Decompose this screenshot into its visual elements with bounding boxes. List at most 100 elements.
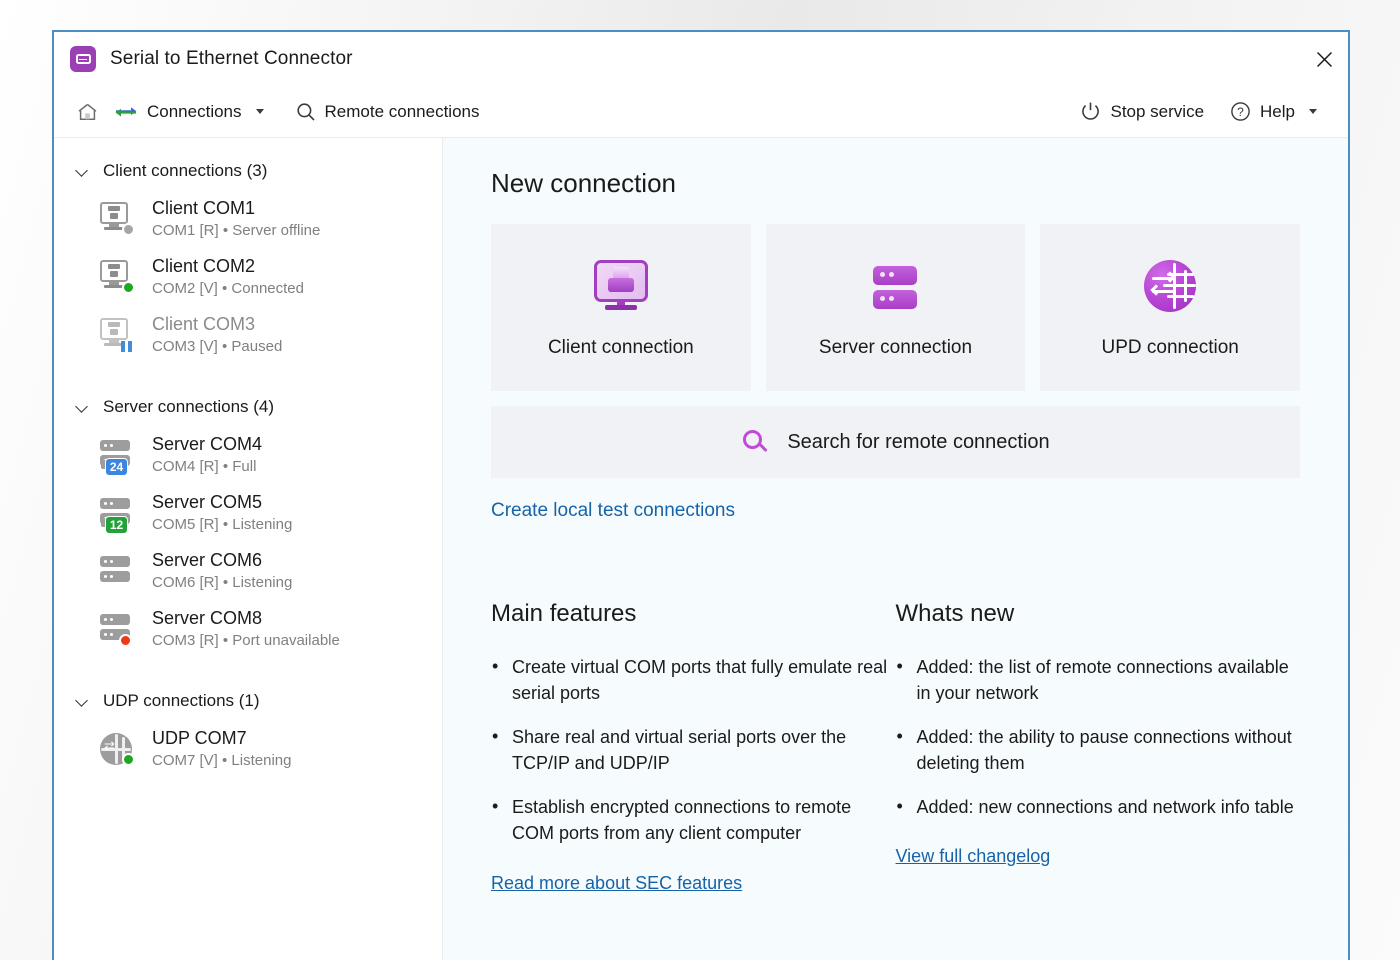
client-monitor-icon bbox=[98, 316, 138, 354]
sidebar-item-client-com3[interactable]: Client COM3 COM3 [V] • Paused bbox=[54, 306, 442, 364]
sidebar-item-server-com5[interactable]: 12 Server COM5 COM5 [R] • Listening bbox=[54, 484, 442, 542]
server-connection-icon bbox=[867, 257, 925, 315]
close-button[interactable] bbox=[1300, 32, 1348, 86]
search-icon bbox=[741, 428, 769, 456]
connection-name: Client COM2 bbox=[152, 256, 256, 276]
power-icon bbox=[1082, 102, 1100, 120]
search-remote-connection-banner[interactable]: Search for remote connection bbox=[491, 406, 1300, 478]
whats-new-heading: Whats new bbox=[895, 600, 1015, 627]
new-connection-cards: Client connection Server connection UPD … bbox=[491, 224, 1301, 391]
stop-service-button[interactable]: Stop service bbox=[1071, 96, 1213, 127]
sidebar-item-udp-com7[interactable]: ⇄ UDP COM7 COM7 [V] • Listening bbox=[54, 720, 442, 778]
search-banner-label: Search for remote connection bbox=[787, 430, 1050, 453]
client-connection-card[interactable]: Client connection bbox=[491, 224, 751, 391]
list-item: Establish encrypted connections to remot… bbox=[491, 793, 896, 846]
sidebar-group-udp-connections[interactable]: UDP connections (1) bbox=[54, 682, 442, 720]
connection-name: Server COM5 bbox=[152, 492, 263, 512]
connection-count-badge: 24 bbox=[105, 458, 128, 476]
udp-connection-card[interactable]: UPD connection bbox=[1040, 224, 1301, 391]
sidebar-item-server-com4[interactable]: 24 Server COM4 COM4 [R] • Full bbox=[54, 426, 442, 484]
close-icon bbox=[1316, 51, 1332, 67]
read-more-sec-features-link[interactable]: Read more about SEC features bbox=[491, 873, 742, 894]
connection-status: COM7 [V] • Listening bbox=[152, 752, 292, 769]
server-rack-icon bbox=[98, 610, 138, 648]
toolbar: Connections Remote connections Stop serv… bbox=[54, 86, 1348, 138]
card-label: UPD connection bbox=[1101, 336, 1239, 358]
udp-connection-icon bbox=[1141, 257, 1199, 315]
connection-status: COM5 [R] • Listening bbox=[152, 516, 293, 533]
view-full-changelog-link[interactable]: View full changelog bbox=[896, 846, 1051, 867]
list-item: Share real and virtual serial ports over… bbox=[491, 723, 896, 776]
connections-menu[interactable]: Connections bbox=[105, 97, 273, 127]
server-rack-icon: 12 bbox=[98, 494, 138, 534]
connection-status: COM4 [R] • Full bbox=[152, 458, 257, 475]
list-item: Added: the list of remote connections av… bbox=[896, 653, 1301, 706]
sidebar-group-client-connections[interactable]: Client connections (3) bbox=[54, 152, 442, 190]
udp-globe-icon: ⇄ bbox=[98, 730, 138, 768]
status-badge bbox=[119, 634, 132, 647]
whats-new-column: Whats new Added: the list of remote conn… bbox=[896, 600, 1301, 894]
main-features-list: Create virtual COM ports that fully emul… bbox=[491, 653, 896, 847]
transfer-arrows-icon bbox=[115, 106, 137, 116]
help-label: Help bbox=[1260, 101, 1295, 121]
chevron-down-icon bbox=[76, 400, 90, 414]
connection-name: Server COM4 bbox=[152, 434, 263, 454]
sidebar-item-server-com8[interactable]: Server COM8 COM3 [R] • Port unavailable bbox=[54, 600, 442, 658]
sidebar-item-server-com6[interactable]: Server COM6 COM6 [R] • Listening bbox=[54, 542, 442, 600]
chevron-down-icon bbox=[76, 164, 90, 178]
stop-service-label: Stop service bbox=[1110, 101, 1205, 121]
list-item: Added: new connections and network info … bbox=[896, 793, 1301, 820]
list-item: Create virtual COM ports that fully emul… bbox=[491, 653, 896, 706]
connection-count-badge: 12 bbox=[105, 516, 128, 534]
server-rack-icon bbox=[98, 552, 138, 590]
sidebar-group-label: Server connections (4) bbox=[103, 397, 275, 416]
status-badge bbox=[122, 223, 135, 236]
remote-connections-button[interactable]: Remote connections bbox=[287, 97, 489, 127]
status-badge bbox=[122, 753, 135, 766]
home-button[interactable] bbox=[70, 97, 105, 127]
card-label: Client connection bbox=[547, 336, 694, 358]
help-menu[interactable]: ? Help bbox=[1221, 96, 1326, 127]
sidebar-group-server-connections[interactable]: Server connections (4) bbox=[54, 388, 442, 426]
title-bar: Serial to Ethernet Connector bbox=[54, 32, 1348, 86]
sidebar-item-client-com1[interactable]: Client COM1 COM1 [R] • Server offline bbox=[54, 190, 442, 248]
connection-status: COM6 [R] • Listening bbox=[152, 574, 293, 591]
sidebar-group-label: UDP connections (1) bbox=[103, 691, 260, 710]
serial-connector-icon bbox=[70, 46, 96, 72]
chevron-down-icon bbox=[76, 694, 90, 708]
list-item: Added: the ability to pause connections … bbox=[896, 723, 1301, 776]
status-badge bbox=[121, 339, 134, 352]
connection-status: COM3 [V] • Paused bbox=[152, 338, 283, 355]
whats-new-list: Added: the list of remote connections av… bbox=[896, 653, 1301, 820]
remote-connections-label: Remote connections bbox=[324, 101, 480, 121]
status-badge bbox=[122, 281, 135, 294]
body: Client connections (3) Client COM1 COM1 … bbox=[54, 138, 1348, 960]
create-local-test-connections-link[interactable]: Create local test connections bbox=[491, 500, 735, 522]
connection-status: COM2 [V] • Connected bbox=[152, 280, 304, 297]
connections-label: Connections bbox=[147, 101, 242, 121]
chevron-down-icon bbox=[1309, 109, 1317, 114]
sidebar: Client connections (3) Client COM1 COM1 … bbox=[54, 138, 443, 960]
main-content: New connection Client connection Server … bbox=[443, 138, 1348, 960]
client-monitor-icon bbox=[98, 200, 138, 238]
main-features-column: Main features Create virtual COM ports t… bbox=[491, 600, 896, 894]
card-label: Server connection bbox=[818, 336, 973, 358]
client-monitor-icon bbox=[98, 258, 138, 296]
connection-name: Client COM3 bbox=[152, 314, 256, 334]
sidebar-group-label: Client connections (3) bbox=[103, 161, 268, 180]
app-window: Serial to Ethernet Connector Connections bbox=[52, 30, 1350, 960]
server-connection-card[interactable]: Server connection bbox=[765, 224, 1026, 391]
sidebar-item-client-com2[interactable]: Client COM2 COM2 [V] • Connected bbox=[54, 248, 442, 306]
server-rack-icon: 24 bbox=[98, 436, 138, 476]
search-icon bbox=[296, 102, 315, 121]
connection-name: Client COM1 bbox=[152, 198, 256, 218]
connection-name: Server COM6 bbox=[152, 550, 263, 570]
connection-name: UDP COM7 bbox=[152, 728, 247, 748]
svg-text:?: ? bbox=[1237, 105, 1244, 119]
connection-name: Server COM8 bbox=[152, 608, 263, 628]
page-title: New connection bbox=[491, 168, 676, 198]
connection-status: COM1 [R] • Server offline bbox=[152, 222, 321, 239]
question-circle-icon: ? bbox=[1231, 102, 1250, 121]
info-columns: Main features Create virtual COM ports t… bbox=[491, 600, 1300, 894]
home-icon bbox=[78, 103, 97, 120]
